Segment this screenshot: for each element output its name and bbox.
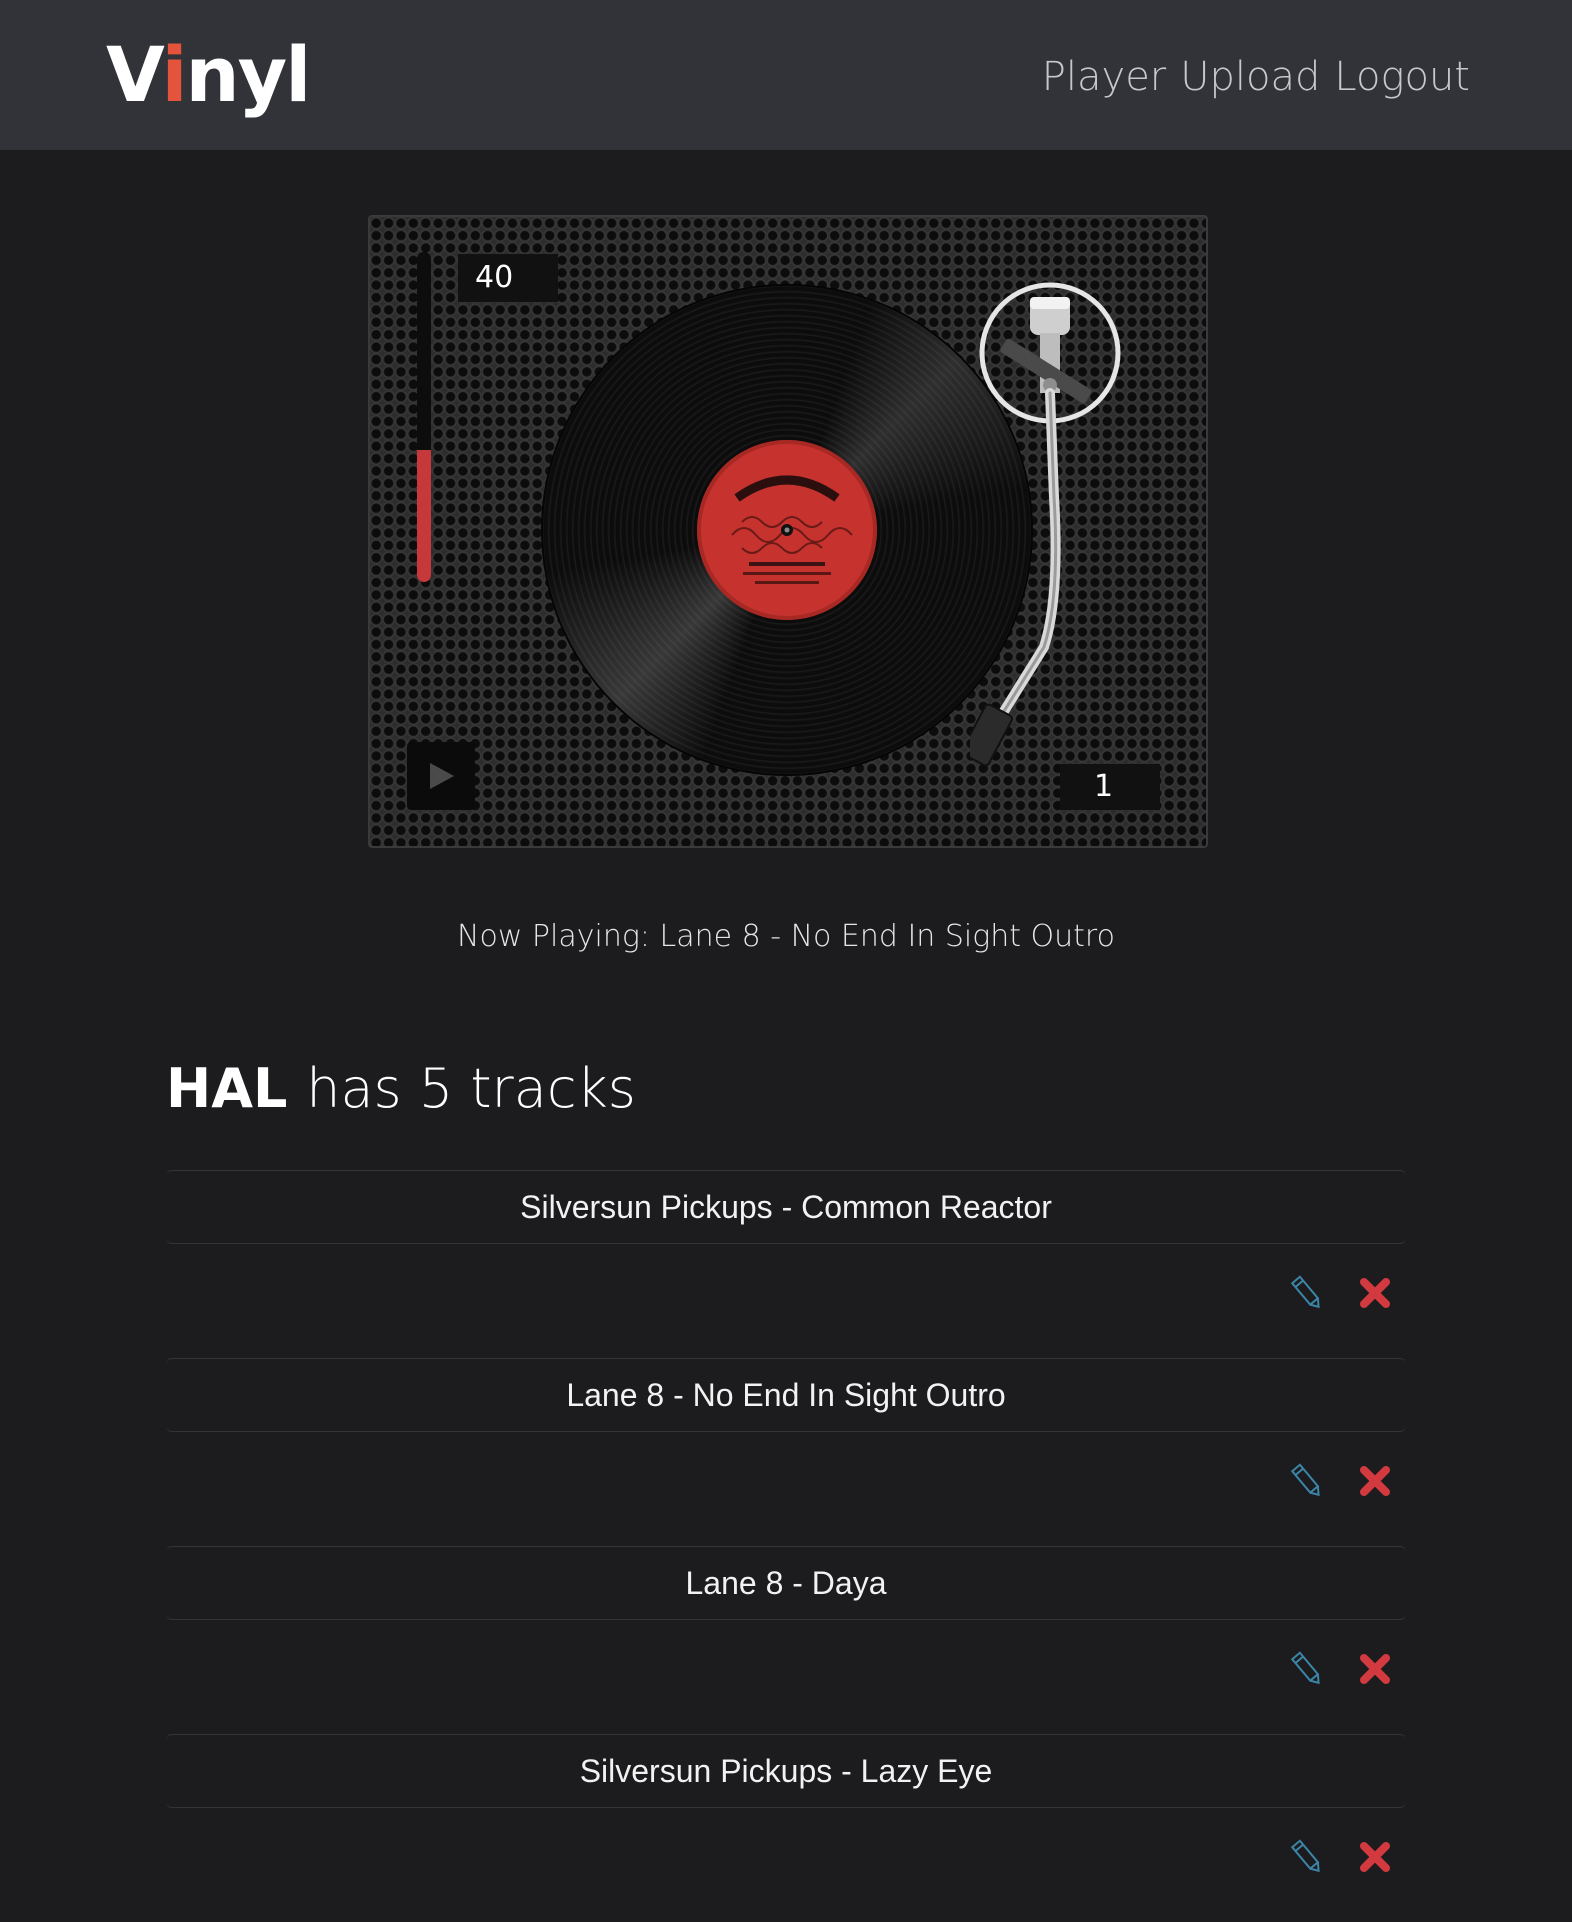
edit-track-button[interactable] <box>1288 1838 1326 1881</box>
track-title[interactable]: Lane 8 - No End In Sight Outro <box>166 1358 1406 1432</box>
track-row: Silversun Pickups - Lazy Eye <box>166 1734 1406 1922</box>
close-icon <box>1358 1652 1392 1691</box>
track-actions <box>1288 1650 1394 1693</box>
track-actions <box>1288 1462 1394 1505</box>
pencil-icon <box>1290 1274 1324 1317</box>
play-button[interactable] <box>407 742 475 810</box>
nav-link-player[interactable]: Player <box>1042 52 1166 102</box>
edit-track-button[interactable] <box>1288 1462 1326 1505</box>
close-icon <box>1358 1840 1392 1879</box>
delete-track-button[interactable] <box>1356 1840 1394 1878</box>
edit-track-button[interactable] <box>1288 1274 1326 1317</box>
navbar: Vinyl Player Upload Logout <box>0 0 1572 150</box>
track-row: Lane 8 - No End In Sight Outro <box>166 1358 1406 1546</box>
vinyl-record <box>543 286 1031 774</box>
volume-readout: 40 <box>458 254 558 302</box>
nav-link-logout[interactable]: Logout <box>1334 52 1470 102</box>
play-icon <box>430 763 454 789</box>
delete-track-button[interactable] <box>1356 1276 1394 1314</box>
delete-track-button[interactable] <box>1356 1464 1394 1502</box>
pencil-icon <box>1290 1462 1324 1505</box>
track-title[interactable]: Lane 8 - Daya <box>166 1546 1406 1620</box>
track-title[interactable]: Silversun Pickups - Lazy Eye <box>166 1734 1406 1808</box>
speed-readout: 1 <box>1060 764 1160 810</box>
brand-accent: i <box>161 30 187 119</box>
pencil-icon <box>1290 1650 1324 1693</box>
nav-links: Player Upload Logout <box>1042 52 1470 102</box>
brand-prefix: V <box>106 30 164 119</box>
record-label <box>697 440 877 620</box>
track-row: Silversun Pickups - Common Reactor <box>166 1170 1406 1358</box>
turntable: 40 1 <box>368 215 1208 848</box>
close-icon <box>1358 1276 1392 1315</box>
track-actions <box>1288 1274 1394 1317</box>
close-icon <box>1358 1464 1392 1503</box>
pencil-icon <box>1290 1838 1324 1881</box>
volume-fill <box>417 450 431 582</box>
brand-logo[interactable]: Vinyl <box>106 30 312 120</box>
track-row: Lane 8 - Daya <box>166 1546 1406 1734</box>
track-title[interactable]: Silversun Pickups - Common Reactor <box>166 1170 1406 1244</box>
delete-track-button[interactable] <box>1356 1652 1394 1690</box>
edit-track-button[interactable] <box>1288 1650 1326 1693</box>
nav-link-upload[interactable]: Upload <box>1180 52 1320 102</box>
library-summary: has 5 tracks <box>306 1057 636 1120</box>
tonearm[interactable] <box>970 267 1150 787</box>
track-actions <box>1288 1838 1394 1881</box>
volume-slider[interactable] <box>417 252 431 582</box>
track-list: Silversun Pickups - Common Reactor Lane 8… <box>166 1170 1406 1922</box>
brand-suffix: nyl <box>185 30 312 119</box>
record-label-art <box>731 475 853 584</box>
now-playing: Now Playing: Lane 8 - No End In Sight Ou… <box>457 919 1115 954</box>
library-user: HAL <box>166 1057 288 1120</box>
library-heading: HAL has 5 tracks <box>166 1052 636 1126</box>
